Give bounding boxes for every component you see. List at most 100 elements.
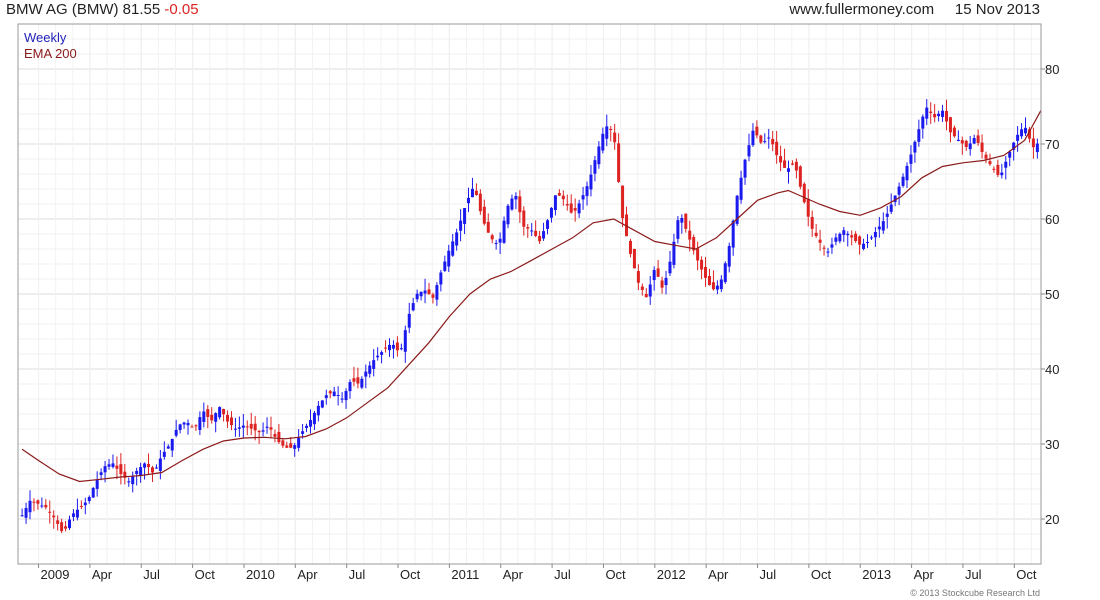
candle-body [52,515,56,518]
candle-body [909,154,913,164]
candle-body [210,414,214,421]
candle-body [937,113,941,117]
candle-body [312,412,316,425]
candle-body [281,440,285,446]
candle-body [79,505,83,507]
candle-body [348,382,352,392]
candle-body [447,250,451,267]
candle-body [1016,134,1020,141]
candle-body [56,520,60,524]
candle-body [328,391,332,394]
candle-body [139,467,143,476]
candle-body [542,231,546,239]
candle-body [640,286,644,290]
candle-body [455,232,459,246]
candle-body [660,280,664,288]
candle-body [463,208,467,224]
candle-body [719,279,723,290]
candle-body [968,143,972,150]
candle-body [71,513,75,517]
y-tick-label: 80 [1045,62,1059,77]
candle-body [301,431,305,434]
weekly-price-chart: 20 30 40 50 60 70 80 2009 Apr Jul Oct 2010 Apr Jul Oc… [17,23,1059,598]
candle-body [162,451,166,457]
candle-body [510,198,514,210]
candle-body [407,313,411,328]
candle-body [214,413,218,422]
candle-body [166,446,170,449]
candle-body [854,233,858,242]
candle-body [470,188,474,198]
candle-body [127,481,131,483]
candle-body [526,227,530,229]
candle-body [573,208,577,211]
candle-body [241,425,245,428]
x-tick-label: Jul [965,567,982,582]
candle-body [226,414,230,422]
candle-body [585,186,589,197]
candle-body [865,241,869,243]
candle-body [277,431,281,443]
x-tick-label: Apr [914,567,935,582]
candle-body [352,378,356,382]
candle-body [534,230,538,236]
candle-body [498,238,502,243]
candle-body [577,203,581,214]
candle-body [984,154,988,159]
candle-body [194,425,198,427]
candle-body [723,263,727,283]
candle-body [384,347,388,349]
candle-body [992,168,996,170]
candle-body [988,161,992,165]
candle-body [158,458,162,471]
candle-body [154,467,158,469]
candle-body [771,138,775,145]
candle-body [20,515,24,517]
candle-body [427,289,431,295]
x-tick-label: Jul [143,567,160,582]
candle-body [261,430,265,432]
candle-body [644,293,648,298]
x-tick-label: 2013 [862,567,891,582]
candle-body [87,497,91,502]
candle-body [391,344,395,349]
x-tick-label: 2012 [657,567,686,582]
y-tick-label: 70 [1045,137,1059,152]
candle-body [482,206,486,224]
candle-body [581,195,585,200]
x-tick-label: Jul [554,567,571,582]
candle-body [202,411,206,422]
candle-body [546,220,550,229]
candle-body [798,166,802,187]
candle-body [222,409,226,415]
candle-body [933,113,937,118]
candle-body [996,164,1000,175]
candle-body [790,163,794,165]
candle-body [356,377,360,384]
candle-body [431,294,435,298]
candle-body [494,242,498,244]
candle-body [135,470,139,474]
candle-body [889,204,893,212]
candle-body [704,267,708,278]
candle-body [297,437,301,448]
candle-body [905,165,909,181]
candle-body [885,213,889,217]
candle-body [739,177,743,200]
candle-body [779,156,783,163]
candle-body [538,235,542,242]
candle-body [474,190,478,195]
candle-body [419,291,423,297]
candle-body [601,133,605,151]
candle-body [688,230,692,240]
y-tick-label: 50 [1045,287,1059,302]
candle-body [435,285,439,300]
candle-body [569,203,573,213]
candle-body [490,235,494,240]
candle-body [913,141,917,153]
candle-body [862,243,866,249]
candle-body [332,391,336,397]
candle-body [621,185,625,219]
candle-body [850,235,854,238]
x-tick-label: Jul [349,567,366,582]
